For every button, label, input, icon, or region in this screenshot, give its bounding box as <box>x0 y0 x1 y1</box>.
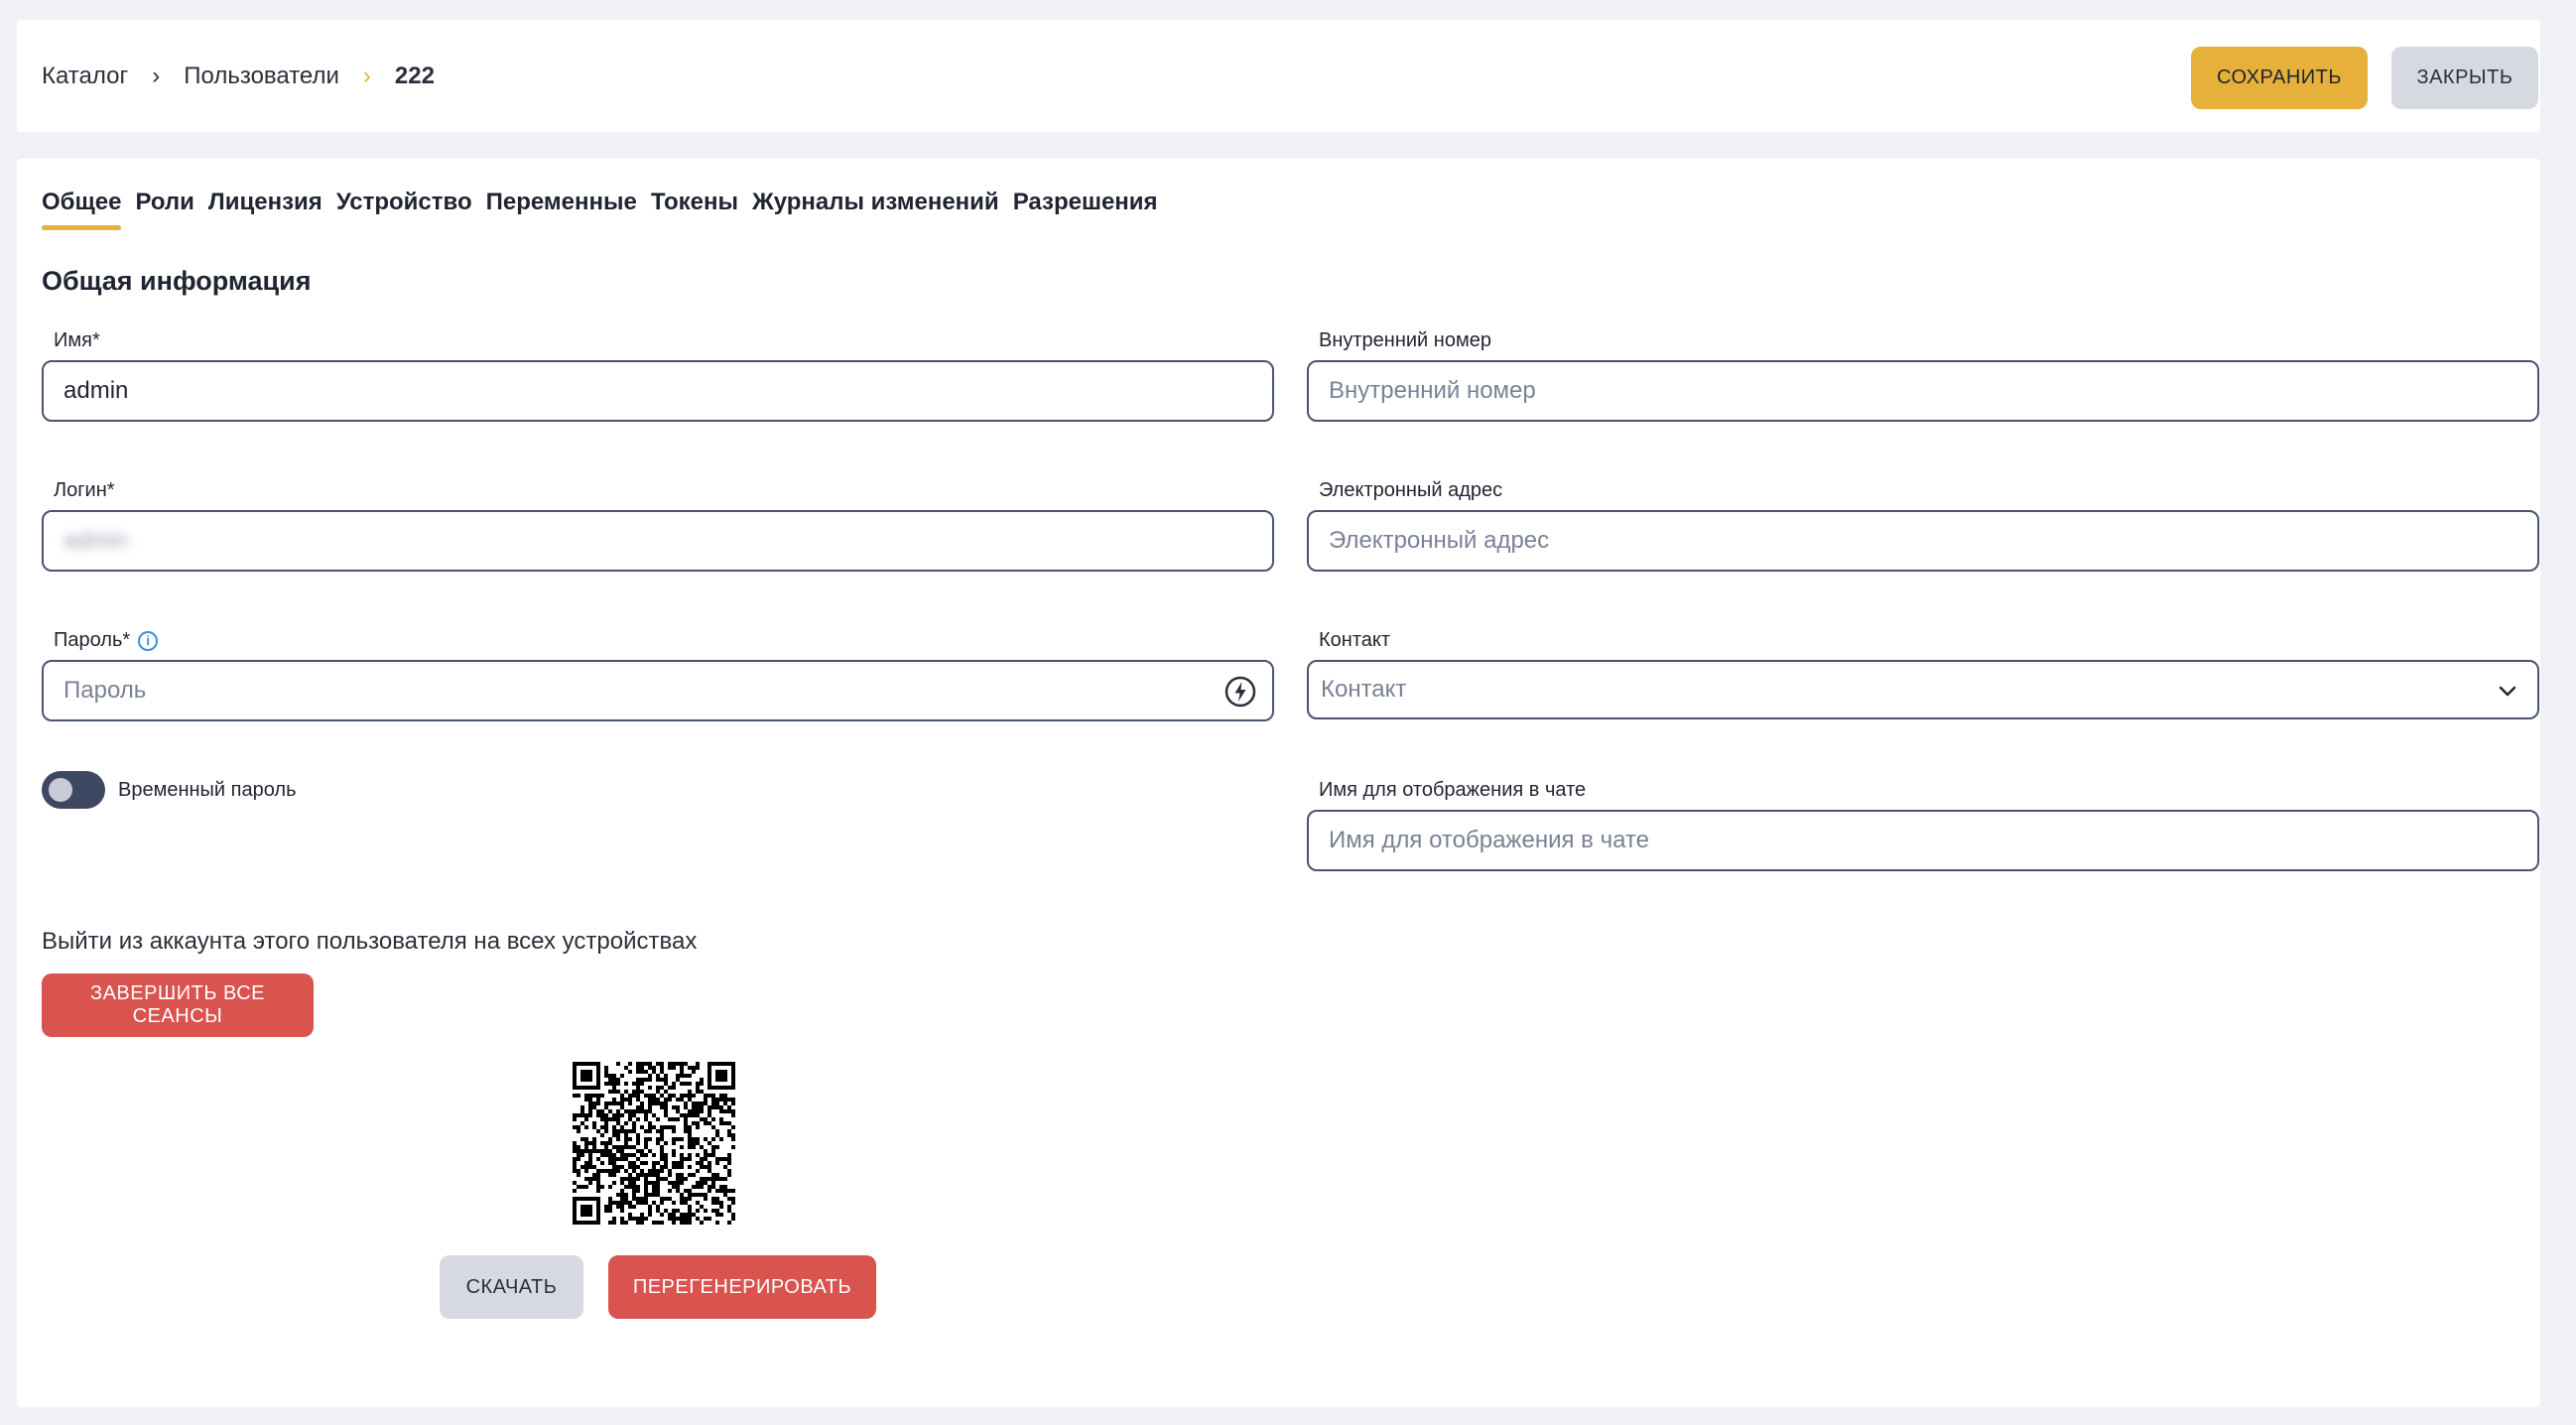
header-bar: Каталог › Пользователи › 222 Сохранить З… <box>17 20 2540 132</box>
email-placeholder: Электронный адрес <box>1329 527 1550 554</box>
tab-roles[interactable]: Роли <box>135 189 193 230</box>
info-icon[interactable]: i <box>138 630 159 651</box>
internal-number-label: Внутренний номер <box>1319 329 1491 351</box>
section-title: Общая информация <box>42 266 312 296</box>
tab-bar: Общее Роли Лицензия Устройство Переменны… <box>42 189 1158 230</box>
password-label-text: Пароль* <box>54 629 131 651</box>
save-button[interactable]: Сохранить <box>2191 47 2368 109</box>
password-label: Пароль* i <box>54 629 159 652</box>
name-label: Имя* <box>54 329 100 351</box>
contact-placeholder: Контакт <box>1321 676 1407 703</box>
tab-tokens[interactable]: Токены <box>651 189 738 230</box>
tab-permissions[interactable]: Разрешения <box>1013 189 1158 230</box>
temp-password-label: Временный пароль <box>118 779 297 801</box>
breadcrumb-catalog[interactable]: Каталог <box>42 63 128 90</box>
close-button[interactable]: Закрыть <box>2391 47 2538 109</box>
breadcrumb-current: 222 <box>394 62 435 89</box>
logout-all-text: Выйти из аккаунта этого пользователя на … <box>42 928 698 955</box>
tab-variables[interactable]: Переменные <box>486 189 637 230</box>
contact-label: Контакт <box>1319 629 1391 651</box>
user-form-card: Общее Роли Лицензия Устройство Переменны… <box>17 159 2540 1407</box>
contact-select[interactable]: Контакт <box>1307 660 2539 719</box>
email-label: Электронный адрес <box>1319 479 1503 501</box>
password-field[interactable]: Пароль <box>42 660 1274 721</box>
generate-password-icon[interactable] <box>1224 676 1256 708</box>
password-placeholder: Пароль <box>64 677 147 704</box>
breadcrumb: Каталог › Пользователи › 222 <box>42 20 435 132</box>
chat-name-placeholder: Имя для отображения в чате <box>1329 827 1649 853</box>
regenerate-qr-button[interactable]: Перегенерировать <box>608 1255 876 1319</box>
end-all-sessions-button[interactable]: Завершить все сеансы <box>42 973 314 1037</box>
download-qr-button[interactable]: Скачать <box>440 1255 583 1319</box>
chevron-right-icon: › <box>152 62 161 89</box>
toggle-knob <box>49 778 72 802</box>
qr-code <box>573 1062 735 1225</box>
login-value: admin <box>64 527 129 554</box>
email-field[interactable]: Электронный адрес <box>1307 510 2539 572</box>
breadcrumb-users[interactable]: Пользователи <box>184 63 339 90</box>
internal-number-field[interactable]: Внутренний номер <box>1307 360 2539 422</box>
name-value: admin <box>64 377 129 404</box>
tab-general[interactable]: Общее <box>42 189 122 230</box>
chevron-down-icon <box>2499 686 2516 697</box>
chevron-right-icon: › <box>362 62 371 89</box>
chat-name-field[interactable]: Имя для отображения в чате <box>1307 810 2539 871</box>
name-field[interactable]: admin <box>42 360 1274 422</box>
login-field[interactable]: admin <box>42 510 1274 572</box>
internal-number-placeholder: Внутренний номер <box>1329 377 1536 404</box>
tab-license[interactable]: Лицензия <box>208 189 322 230</box>
login-label: Логин* <box>54 479 115 501</box>
tab-change-logs[interactable]: Журналы изменений <box>752 189 999 230</box>
chat-name-label: Имя для отображения в чате <box>1319 779 1587 801</box>
tab-device[interactable]: Устройство <box>336 189 472 230</box>
temp-password-toggle[interactable] <box>42 771 105 809</box>
